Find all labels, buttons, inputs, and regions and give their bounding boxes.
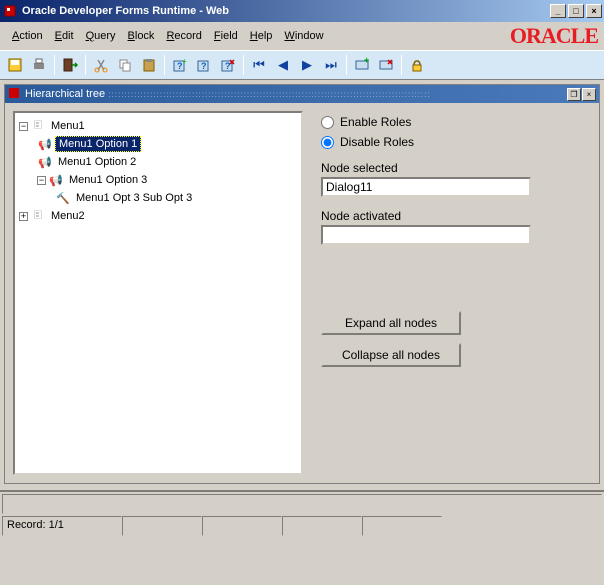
svg-text:+: + bbox=[364, 57, 369, 65]
node-selected-label: Node selected bbox=[321, 161, 583, 175]
message-line bbox=[2, 494, 602, 514]
close-button[interactable]: × bbox=[586, 4, 602, 18]
record-counter: Record: 1/1 bbox=[2, 516, 122, 536]
insert-record-icon[interactable]: + bbox=[351, 54, 373, 76]
node-selected-input[interactable] bbox=[321, 177, 531, 197]
leaf-icon: 📢 bbox=[37, 154, 53, 170]
exit-icon[interactable] bbox=[59, 54, 81, 76]
enable-roles-radio[interactable]: Enable Roles bbox=[321, 115, 583, 129]
enable-roles-input[interactable] bbox=[321, 116, 334, 129]
create-query-icon[interactable]: ?+ bbox=[169, 54, 191, 76]
expand-toggle[interactable]: − bbox=[19, 122, 28, 131]
tree-node-m1o2[interactable]: 📢 Menu1 Option 2 bbox=[19, 153, 297, 171]
copy-icon[interactable] bbox=[114, 54, 136, 76]
app-icon bbox=[2, 3, 18, 19]
form-restore-button[interactable]: ❐ bbox=[567, 88, 581, 101]
status-area: Record: 1/1 bbox=[0, 490, 604, 538]
menu-query[interactable]: Query bbox=[80, 27, 122, 45]
node-activated-label: Node activated bbox=[321, 209, 583, 223]
tree-node-m1o1[interactable]: 📢 Menu1 Option 1 bbox=[19, 135, 297, 153]
lock-icon[interactable] bbox=[406, 54, 428, 76]
tree-node-m1o3s3[interactable]: 🔨 Menu1 Opt 3 Sub Opt 3 bbox=[19, 189, 297, 207]
form-titlebar: Hierarchical tree ::::::::::::::::::::::… bbox=[5, 85, 599, 103]
menubar: Action Edit Query Block Record Field Hel… bbox=[0, 22, 604, 50]
enable-roles-label: Enable Roles bbox=[340, 115, 411, 129]
disable-roles-radio[interactable]: Disable Roles bbox=[321, 135, 583, 149]
form-window: Hierarchical tree ::::::::::::::::::::::… bbox=[4, 84, 600, 484]
expand-all-button[interactable]: Expand all nodes bbox=[321, 311, 461, 335]
separator bbox=[243, 55, 244, 75]
form-title: Hierarchical tree bbox=[25, 88, 105, 100]
tree-label[interactable]: Menu1 Opt 3 Sub Opt 3 bbox=[73, 191, 195, 205]
collapse-all-button[interactable]: Collapse all nodes bbox=[321, 343, 461, 367]
disable-roles-input[interactable] bbox=[321, 136, 334, 149]
menu-block[interactable]: Block bbox=[122, 27, 161, 45]
separator bbox=[164, 55, 165, 75]
form-icon bbox=[8, 87, 22, 101]
paste-icon[interactable] bbox=[138, 54, 160, 76]
tree-node-m1o3[interactable]: − 📢 Menu1 Option 3 bbox=[19, 171, 297, 189]
oracle-logo: ORACLE bbox=[510, 23, 598, 49]
menu-record[interactable]: Record bbox=[160, 27, 207, 45]
leaf-icon: 📢 bbox=[37, 136, 53, 152]
status-cell bbox=[202, 516, 282, 536]
options-panel: Enable Roles Disable Roles Node selected… bbox=[313, 111, 591, 475]
menu-help[interactable]: Help bbox=[244, 27, 279, 45]
leaf-icon: 📢 bbox=[48, 172, 64, 188]
menu-edit[interactable]: Edit bbox=[49, 27, 80, 45]
tree-label[interactable]: Menu1 Option 2 bbox=[55, 155, 139, 169]
status-cell bbox=[362, 516, 442, 536]
menu-window[interactable]: Window bbox=[278, 27, 329, 45]
prev-record-icon[interactable]: ◀ bbox=[272, 54, 294, 76]
delete-record-icon[interactable] bbox=[375, 54, 397, 76]
maximize-button[interactable]: □ bbox=[568, 4, 584, 18]
expand-toggle[interactable]: + bbox=[19, 212, 28, 221]
separator bbox=[346, 55, 347, 75]
svg-text:?: ? bbox=[225, 61, 231, 71]
record-bar: Record: 1/1 bbox=[2, 516, 602, 536]
last-record-icon[interactable]: ⏭ bbox=[320, 54, 342, 76]
folder-icon: 🗉 bbox=[30, 208, 46, 224]
tree-label[interactable]: Menu1 Option 1 bbox=[55, 136, 141, 152]
form-close-button[interactable]: × bbox=[582, 88, 596, 101]
window-title: Oracle Developer Forms Runtime - Web bbox=[22, 5, 550, 17]
remove-query-icon[interactable]: ? bbox=[217, 54, 239, 76]
status-cell bbox=[122, 516, 202, 536]
tree-label[interactable]: Menu2 bbox=[48, 209, 88, 223]
separator bbox=[54, 55, 55, 75]
form-content: − 🗉 Menu1 📢 Menu1 Option 1 📢 Menu1 Optio… bbox=[5, 103, 599, 483]
tree-panel[interactable]: − 🗉 Menu1 📢 Menu1 Option 1 📢 Menu1 Optio… bbox=[13, 111, 303, 475]
find-icon[interactable]: ? bbox=[193, 54, 215, 76]
tree-node-menu2[interactable]: + 🗉 Menu2 bbox=[19, 207, 297, 225]
title-decoration: ::::::::::::::::::::::::::::::::::::::::… bbox=[105, 90, 567, 99]
separator bbox=[401, 55, 402, 75]
window-titlebar: Oracle Developer Forms Runtime - Web _ □… bbox=[0, 0, 604, 22]
minimize-button[interactable]: _ bbox=[550, 4, 566, 18]
window-controls: _ □ × bbox=[550, 4, 602, 18]
tree-label[interactable]: Menu1 Option 3 bbox=[66, 173, 150, 187]
next-record-icon[interactable]: ▶ bbox=[296, 54, 318, 76]
tool-icon: 🔨 bbox=[55, 190, 71, 206]
node-activated-input[interactable] bbox=[321, 225, 531, 245]
save-icon[interactable] bbox=[4, 54, 26, 76]
button-group: Expand all nodes Collapse all nodes bbox=[321, 311, 583, 367]
first-record-icon[interactable]: ⏮ bbox=[248, 54, 270, 76]
print-icon[interactable] bbox=[28, 54, 50, 76]
tree-label[interactable]: Menu1 bbox=[48, 119, 88, 133]
menu-action[interactable]: Action bbox=[6, 27, 49, 45]
status-cell bbox=[282, 516, 362, 536]
menu-field[interactable]: Field bbox=[208, 27, 244, 45]
form-window-controls: ❐ × bbox=[567, 88, 596, 101]
svg-text:?: ? bbox=[201, 61, 207, 71]
expand-toggle[interactable]: − bbox=[37, 176, 46, 185]
cut-icon[interactable] bbox=[90, 54, 112, 76]
svg-text:+: + bbox=[182, 57, 187, 66]
tree-node-menu1[interactable]: − 🗉 Menu1 bbox=[19, 117, 297, 135]
separator bbox=[85, 55, 86, 75]
toolbar: ?+ ? ? ⏮ ◀ ▶ ⏭ + bbox=[0, 50, 604, 80]
folder-icon: 🗉 bbox=[30, 118, 46, 134]
disable-roles-label: Disable Roles bbox=[340, 135, 414, 149]
